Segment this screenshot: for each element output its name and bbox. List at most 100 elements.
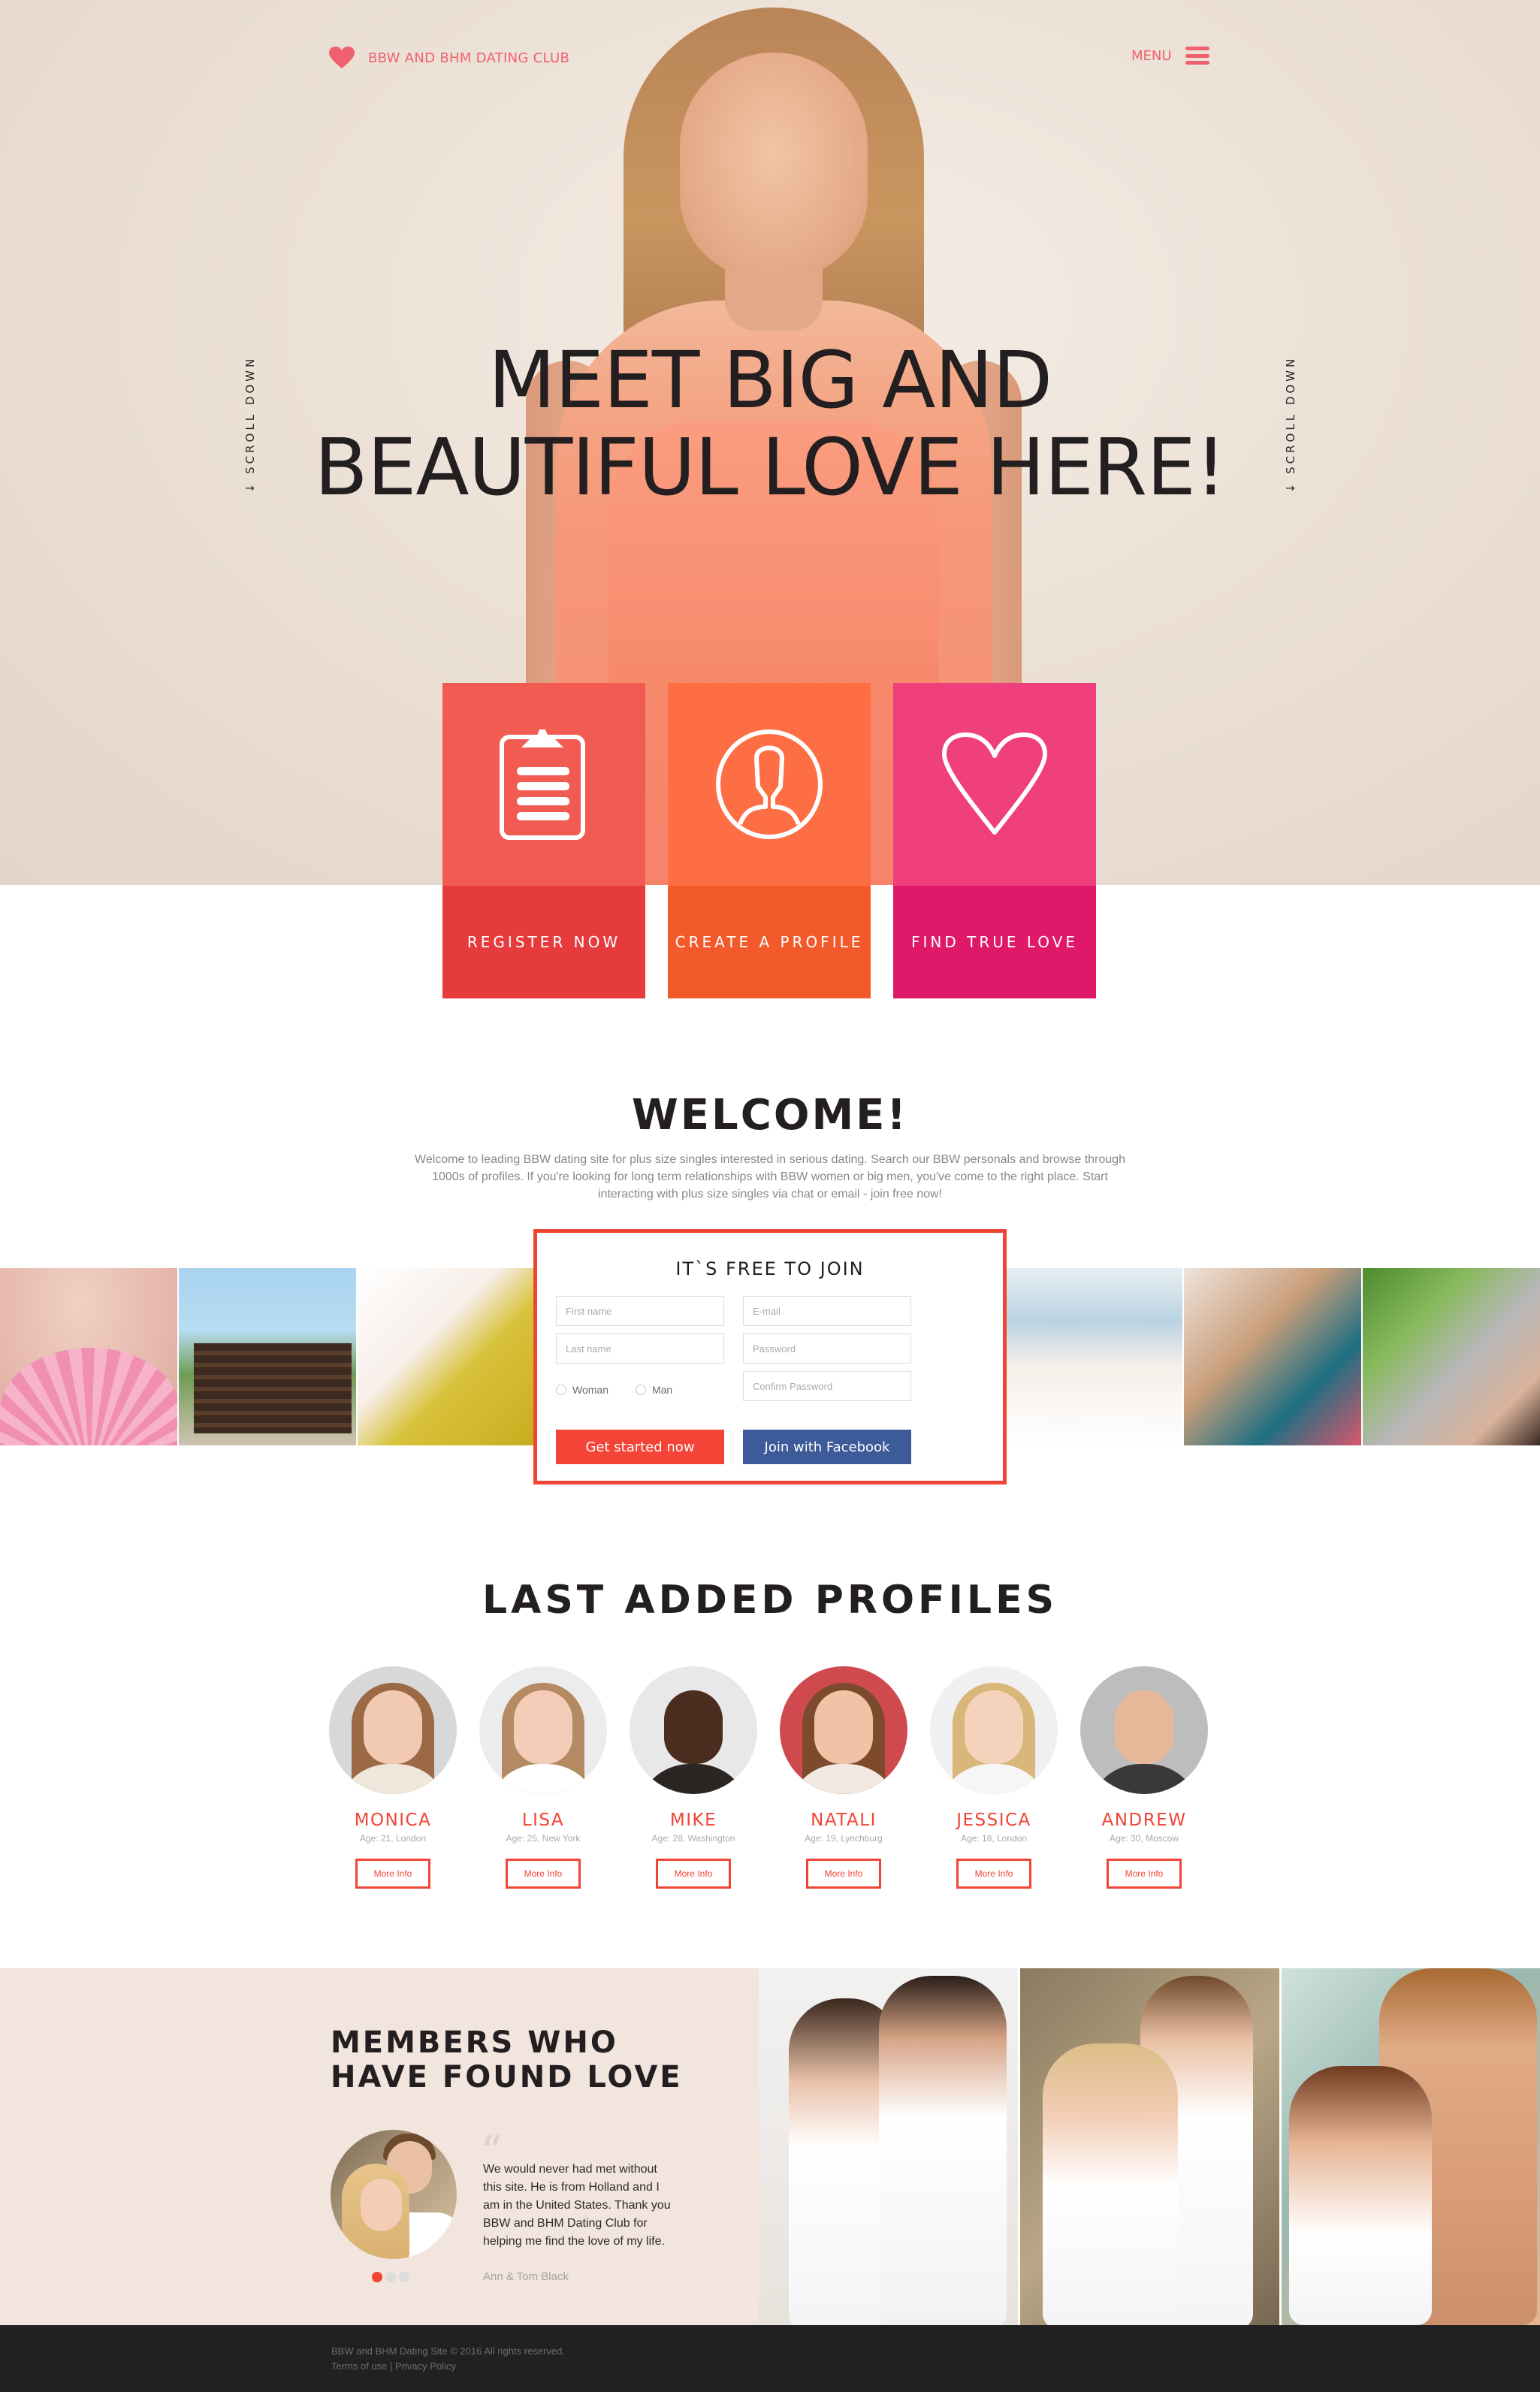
profile-card: JESSICA Age: 18, London More Info [930, 1666, 1058, 1889]
get-started-button[interactable]: Get started now [556, 1430, 724, 1464]
find-true-love-tile[interactable]: FIND TRUE LOVE [893, 683, 1096, 998]
profile-name: MIKE [669, 1811, 717, 1830]
gender-radio-group: Woman Man [556, 1384, 672, 1396]
profiles-title: LAST ADDED PROFILES [482, 1578, 1058, 1623]
radio-circle-icon[interactable] [556, 1385, 566, 1395]
more-info-button[interactable]: More Info [506, 1859, 581, 1889]
testimonial-avatar [331, 2130, 457, 2259]
couple-photo-1 [759, 1968, 1018, 2325]
avatar[interactable] [329, 1666, 457, 1794]
radio-circle-icon[interactable] [635, 1385, 646, 1395]
profile-card: MIKE Age: 28, Washington More Info [630, 1666, 757, 1889]
profile-meta: Age: 28, Washington [651, 1833, 735, 1844]
radio-label: Woman [572, 1384, 608, 1396]
testimonial-title-line1: MEMBERS WHO [331, 2025, 618, 2060]
more-info-button[interactable]: More Info [806, 1859, 881, 1889]
slider-dot-1[interactable] [372, 2272, 382, 2282]
tile-label-area: FIND TRUE LOVE [893, 886, 1096, 998]
tile-icon-area [893, 683, 1096, 886]
footer-links: Terms of use | Privacy Policy [331, 2360, 456, 2372]
photo-couple-blanket [358, 1268, 533, 1445]
more-info-button[interactable]: More Info [656, 1859, 731, 1889]
profile-meta: Age: 30, Moscow [1109, 1833, 1179, 1844]
email-input[interactable] [743, 1296, 911, 1326]
gender-woman-radio[interactable]: Woman [556, 1384, 608, 1396]
radio-label: Man [651, 1384, 673, 1396]
photo-couple-grass [1363, 1268, 1540, 1445]
profiles-list: MONICA Age: 21, London More Info LISA Ag… [329, 1666, 1208, 1889]
join-facebook-button[interactable]: Join with Facebook [743, 1430, 911, 1464]
join-form-title: IT`S FREE TO JOIN [675, 1258, 865, 1279]
profile-card: MONICA Age: 21, London More Info [329, 1666, 457, 1889]
more-info-button[interactable]: More Info [355, 1859, 430, 1889]
photo-couple-embrace [1184, 1268, 1361, 1445]
create-profile-tile[interactable]: CREATE A PROFILE [668, 683, 871, 998]
footer-separator: | [390, 2360, 396, 2372]
photo-flower [0, 1268, 177, 1445]
testimonial-author: Ann & Tom Black [483, 2270, 569, 2283]
profile-name: MONICA [354, 1811, 432, 1830]
clipboard-icon [500, 729, 585, 840]
heart-logo-icon [329, 47, 355, 68]
footer [0, 2325, 1540, 2392]
profile-meta: Age: 19, Lynchburg [805, 1833, 883, 1844]
photo-couple-bench [179, 1268, 356, 1445]
terms-link[interactable]: Terms of use [331, 2360, 387, 2372]
photo-couple-beach [1005, 1268, 1182, 1445]
profile-meta: Age: 25, New York [506, 1833, 581, 1844]
register-now-tile[interactable]: REGISTER NOW [442, 683, 645, 998]
feature-tiles: REGISTER NOW CREATE A PROFILE FIND TRUE … [442, 683, 1096, 998]
testimonial-title: MEMBERS WHO HAVE FOUND LOVE [331, 2025, 683, 2095]
gender-man-radio[interactable]: Man [635, 1384, 673, 1396]
tile-label-area: CREATE A PROFILE [668, 886, 871, 998]
more-info-button[interactable]: More Info [956, 1859, 1031, 1889]
brand-logo[interactable]: BBW AND BHM DATING CLUB [329, 47, 569, 69]
find-true-love-label: FIND TRUE LOVE [910, 933, 1078, 951]
tile-icon-area [442, 683, 645, 886]
heart-outline-icon [942, 732, 1047, 835]
avatar[interactable] [1080, 1666, 1208, 1794]
privacy-link[interactable]: Privacy Policy [395, 2360, 456, 2372]
welcome-text: Welcome to leading BBW dating site for p… [415, 1153, 1125, 1201]
profile-name: LISA [521, 1811, 565, 1830]
profile-name: JESSICA [956, 1811, 1031, 1830]
user-profile-icon [716, 729, 823, 839]
slider-dot-3[interactable] [399, 2272, 409, 2282]
testimonial-quote: We would never had met without this site… [483, 2163, 671, 2248]
password-input[interactable] [743, 1333, 911, 1364]
profile-card: NATALI Age: 19, Lynchburg More Info [780, 1666, 907, 1889]
profile-meta: Age: 21, London [359, 1833, 427, 1844]
first-name-input[interactable] [556, 1296, 724, 1326]
profile-name: ANDREW [1101, 1811, 1187, 1830]
brand-name: BBW AND BHM DATING CLUB [368, 50, 570, 66]
confirm-password-input[interactable] [743, 1371, 911, 1401]
avatar[interactable] [930, 1666, 1058, 1794]
hamburger-icon [1185, 47, 1209, 65]
couple-photo-2 [1020, 1968, 1279, 2325]
more-info-button[interactable]: More Info [1107, 1859, 1182, 1889]
tile-label-area: REGISTER NOW [442, 886, 645, 998]
menu-label: MENU [1131, 47, 1172, 64]
hero-title-line2: BEAUTIFUL LOVE HERE! [314, 421, 1226, 513]
footer-copyright: BBW and BHM Dating Site © 2016 All right… [331, 2345, 565, 2357]
profile-meta: Age: 18, London [960, 1833, 1028, 1844]
avatar[interactable] [479, 1666, 607, 1794]
couple-photo-3 [1282, 1968, 1540, 2325]
avatar[interactable] [780, 1666, 907, 1794]
create-profile-label: CREATE A PROFILE [675, 933, 864, 951]
profile-name: NATALI [811, 1811, 877, 1830]
join-form: IT`S FREE TO JOIN Woman Man Get started … [533, 1229, 1007, 1484]
hero-title: MEET BIG AND BEAUTIFUL LOVE HERE! [0, 337, 1540, 511]
menu-button[interactable]: MENU [1131, 47, 1209, 65]
avatar[interactable] [630, 1666, 757, 1794]
slider-dots [372, 2272, 409, 2282]
register-now-label: REGISTER NOW [467, 933, 621, 951]
welcome-title: WELCOME! [632, 1091, 908, 1140]
testimonial-title-line2: HAVE FOUND LOVE [331, 2060, 683, 2095]
profile-card: LISA Age: 25, New York More Info [479, 1666, 607, 1889]
slider-dot-2[interactable] [385, 2272, 396, 2282]
tile-icon-area [668, 683, 871, 886]
hero-title-line1: MEET BIG AND [488, 334, 1052, 426]
last-name-input[interactable] [556, 1333, 724, 1364]
profile-card: ANDREW Age: 30, Moscow More Info [1080, 1666, 1208, 1889]
